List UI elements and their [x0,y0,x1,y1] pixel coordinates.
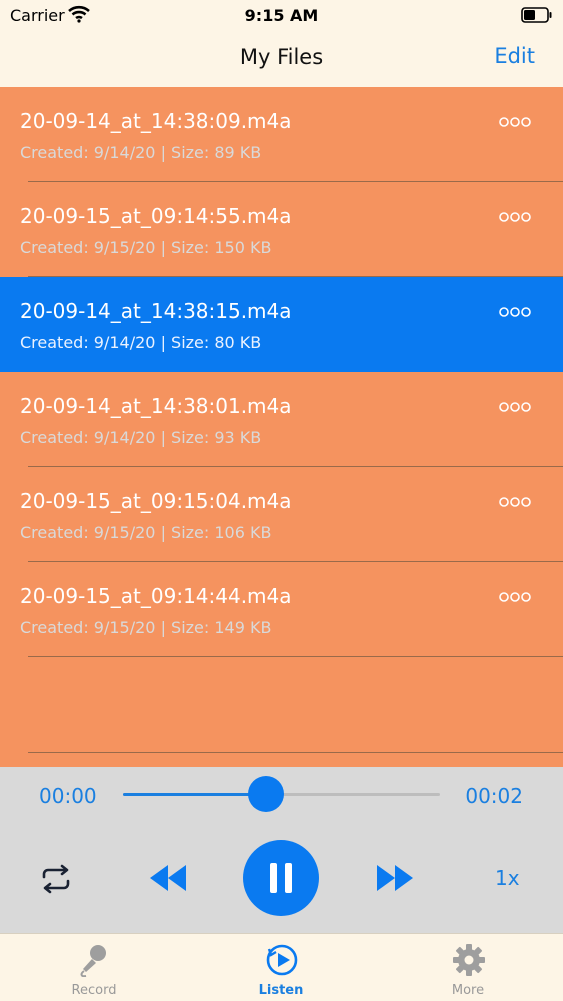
more-options-icon[interactable] [499,113,531,132]
status-bar: Carrier 9:15 AM [0,0,563,30]
edit-button[interactable]: Edit [494,44,535,68]
file-row[interactable]: 20-09-14_at_14:38:01.m4a Created: 9/14/2… [0,372,563,467]
clock: 9:15 AM [244,6,319,25]
battery-icon [521,7,553,27]
row-divider [28,656,563,657]
play-circle-icon [265,943,299,981]
pause-button[interactable] [243,840,319,916]
file-name: 20-09-15_at_09:14:44.m4a [20,584,292,608]
audio-player: 00:00 00:02 1x [0,767,563,933]
tab-more[interactable]: More [398,934,538,1001]
file-row[interactable]: 20-09-15_at_09:14:55.m4a Created: 9/15/2… [0,182,563,277]
file-meta: Created: 9/15/20 | Size: 106 KB [20,523,272,542]
rewind-icon[interactable] [148,863,188,897]
progress-fill [123,793,266,796]
tab-label: More [451,983,485,998]
file-row[interactable]: 20-09-14_at_14:38:09.m4a Created: 9/14/2… [0,87,563,182]
page-title: My Files [239,45,324,69]
file-name: 20-09-14_at_14:38:01.m4a [20,394,292,418]
more-options-icon[interactable] [499,208,531,227]
tab-record[interactable]: Record [24,934,164,1001]
file-row[interactable]: 20-09-15_at_09:14:44.m4a Created: 9/15/2… [0,562,563,657]
file-name: 20-09-14_at_14:38:09.m4a [20,109,292,133]
fast-forward-icon[interactable] [375,863,415,897]
file-name: 20-09-15_at_09:15:04.m4a [20,489,292,513]
gear-icon [452,943,486,981]
playback-speed-button[interactable]: 1x [495,866,520,890]
progress-slider[interactable] [123,776,440,812]
tab-label: Listen [258,983,304,998]
file-row[interactable]: 20-09-15_at_09:15:04.m4a Created: 9/15/2… [0,467,563,562]
end-time: 00:02 [465,784,523,808]
microphone-icon [78,943,110,981]
tab-bar: Record Listen More [0,933,563,1000]
more-options-icon[interactable] [499,493,531,512]
more-options-icon[interactable] [499,588,531,607]
pause-icon [270,863,292,897]
more-options-icon[interactable] [499,303,531,322]
file-name: 20-09-14_at_14:38:15.m4a [20,299,292,323]
file-meta: Created: 9/14/20 | Size: 80 KB [20,333,262,352]
file-list: 20-09-14_at_14:38:09.m4a Created: 9/14/2… [0,87,563,767]
slider-thumb[interactable] [247,776,284,812]
navigation-bar: My Files Edit [0,30,563,87]
file-meta: Created: 9/14/20 | Size: 89 KB [20,143,262,162]
file-row-selected[interactable]: 20-09-14_at_14:38:15.m4a Created: 9/14/2… [0,277,563,372]
file-meta: Created: 9/15/20 | Size: 150 KB [20,238,272,257]
tab-label: Record [71,983,117,998]
tab-listen[interactable]: Listen [211,934,351,1001]
current-time: 00:00 [39,784,97,808]
file-meta: Created: 9/14/20 | Size: 93 KB [20,428,262,447]
row-divider [28,752,563,753]
file-meta: Created: 9/15/20 | Size: 149 KB [20,618,272,637]
repeat-icon[interactable] [38,864,74,898]
more-options-icon[interactable] [499,398,531,417]
file-name: 20-09-15_at_09:14:55.m4a [20,204,292,228]
